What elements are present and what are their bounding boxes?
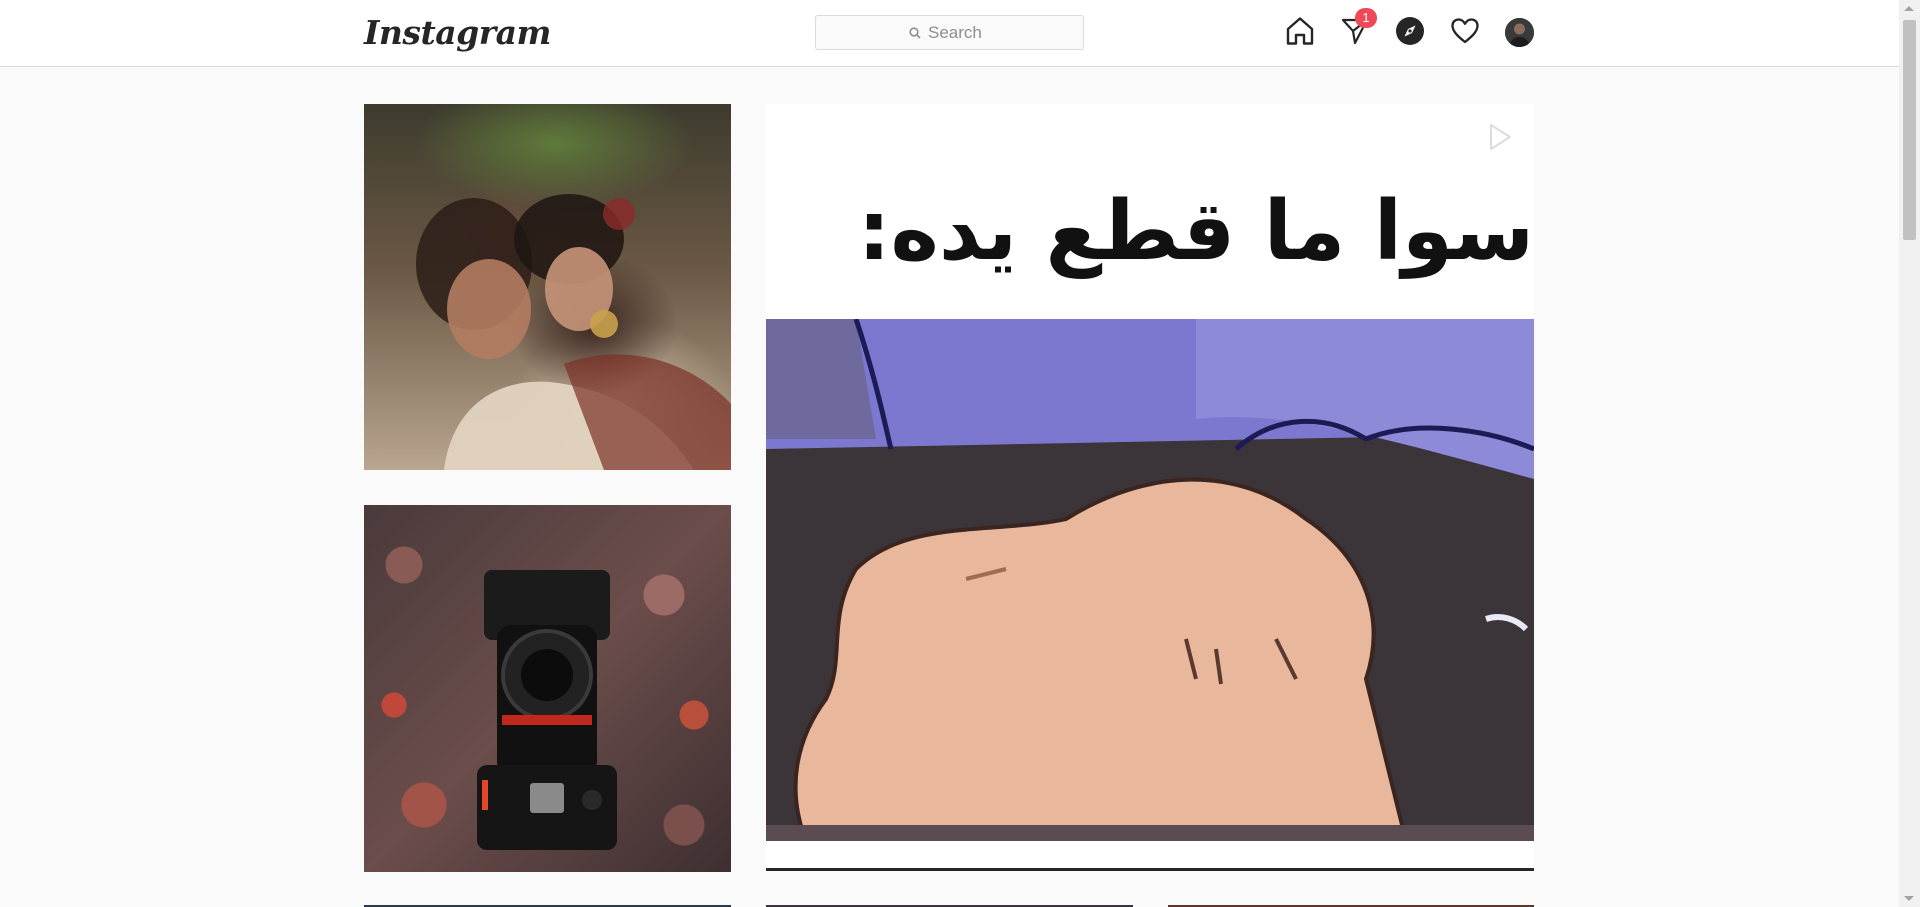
instagram-logo[interactable]: Instagram: [364, 13, 551, 52]
cartoon-hand-illustration: [766, 318, 1534, 843]
explore-compass-icon[interactable]: [1393, 14, 1427, 48]
couple-kiss-photo[interactable]: [364, 104, 731, 470]
direct-message-icon[interactable]: 1: [1338, 8, 1377, 48]
search-input[interactable]: [928, 22, 990, 43]
video-progress-bar[interactable]: [766, 868, 1534, 871]
search-icon: [909, 26, 921, 39]
scroll-up-arrow-icon[interactable]: [1904, 6, 1914, 11]
photo-illustration: [416, 194, 731, 470]
cartoon-hand-video[interactable]: سوا ما قطع يده:: [766, 104, 1534, 871]
camera-illustration: [477, 570, 617, 850]
camera-on-pebbles-photo[interactable]: [364, 505, 731, 872]
video-overlay-text: سوا ما قطع يده:: [857, 184, 1534, 279]
play-icon[interactable]: [1482, 120, 1516, 154]
scrollbar-thumb[interactable]: [1903, 20, 1916, 240]
video-frame: [766, 318, 1534, 843]
home-icon[interactable]: [1283, 14, 1317, 48]
scroll-down-arrow-icon[interactable]: [1904, 896, 1914, 901]
search-box[interactable]: [815, 15, 1084, 50]
heart-icon[interactable]: [1448, 14, 1482, 48]
page-scrollbar[interactable]: [1899, 0, 1920, 907]
direct-badge: 1: [1355, 8, 1377, 28]
avatar[interactable]: [1505, 18, 1534, 47]
top-nav-bar: Instagram 1: [0, 0, 1899, 67]
